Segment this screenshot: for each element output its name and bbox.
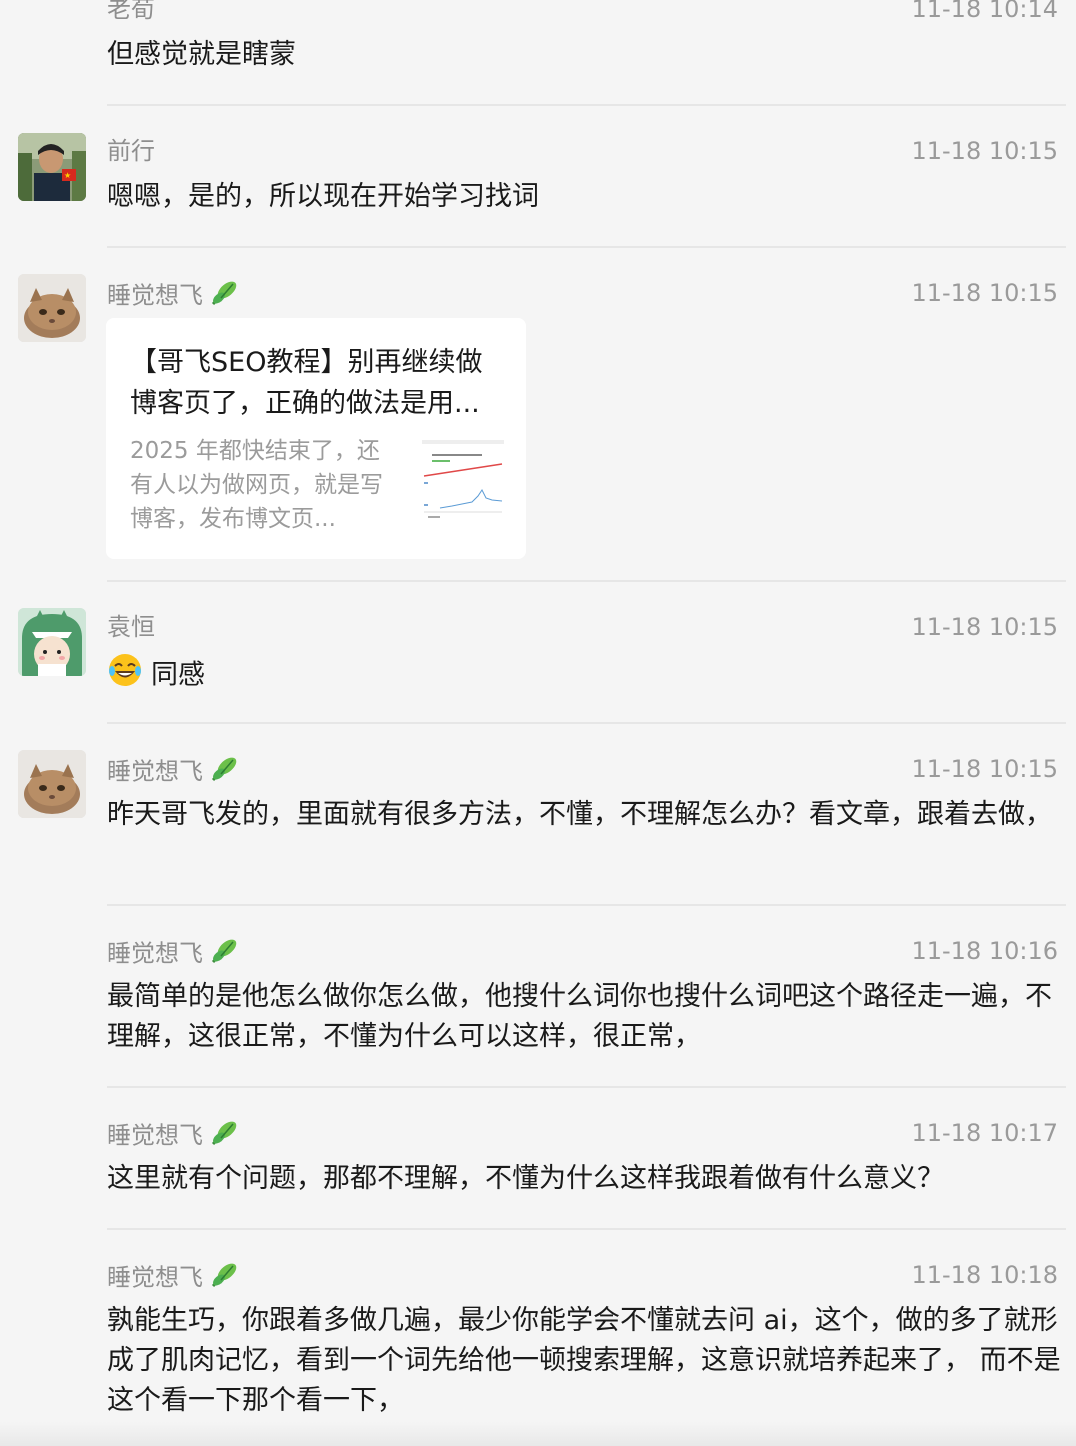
card-thumbnail [422,440,504,526]
sender-name-text: 睡觉想飞 [107,757,203,786]
card-description: 2025 年都快结束了，还有人以为做网页，就是写博客，发布博文页... [130,438,383,532]
message-text[interactable]: 孰能生巧，你跟着多做几遍，最少你能学会不懂就去问 ai，这个，做的多了就形成了肌… [107,1301,1062,1421]
message-time: 11-18 10:15 [911,137,1058,165]
sender-name[interactable]: 睡觉想飞 [107,1260,241,1297]
avatar[interactable] [18,274,86,342]
message-time: 11-18 10:18 [911,1261,1058,1289]
card-title: 【哥飞SEO教程】别再继续做博客页了，正确的做法是用... [130,347,483,419]
message-time: 11-18 10:15 [911,613,1058,641]
chart-thumbnail-icon [422,440,504,526]
message-time: 11-18 10:15 [911,755,1058,783]
avatar[interactable] [18,750,86,818]
sender-name[interactable]: 睡觉想飞 [107,278,241,315]
laughing-tears-emoji-icon [107,652,143,700]
message-divider [107,104,1066,106]
sender-name[interactable]: 睡觉想飞 [107,754,241,791]
leaf-badge-icon [209,278,241,315]
svg-text:★: ★ [64,171,71,180]
sender-name[interactable]: 睡觉想飞 [107,1118,241,1155]
message-text-content: 同感 [151,659,205,691]
message-time: 11-18 10:16 [911,937,1058,965]
sender-name[interactable]: 袁恒 [107,612,155,642]
sender-name-text: 睡觉想飞 [107,1121,203,1150]
message-text[interactable]: 最简单的是他怎么做你怎么做，他搜什么词你也搜什么词吧这个路径走一遍，不理解，这很… [107,977,1062,1057]
message-text[interactable]: 嗯嗯，是的，所以现在开始学习找词 [107,177,1062,217]
message-divider [107,1086,1066,1088]
leaf-badge-icon [209,1260,241,1297]
frog-hat-avatar-icon [18,608,86,676]
avatar[interactable]: ★ [18,133,86,201]
message-text[interactable]: 同感 [107,652,1062,700]
link-card[interactable]: 【哥飞SEO教程】别再继续做博客页了，正确的做法是用... 2025 年都快结束… [106,318,526,559]
message-divider [107,580,1066,582]
message-divider [107,904,1066,906]
message-divider [107,246,1066,248]
sender-name-text: 睡觉想飞 [107,1263,203,1292]
avatar[interactable] [18,608,86,676]
message-time: 11-18 10:14 [911,0,1058,23]
sender-name-text: 睡觉想飞 [107,281,203,310]
sender-name[interactable]: 睡觉想飞 [107,936,241,973]
leaf-badge-icon [209,1118,241,1155]
message-time: 11-18 10:15 [911,279,1058,307]
cat-avatar-icon [18,750,86,818]
sender-name[interactable]: 老荀 [107,0,155,24]
cat-avatar-icon [18,274,86,342]
avatar-photo-icon: ★ [18,133,86,201]
sender-name-text: 睡觉想飞 [107,939,203,968]
message-divider [107,1228,1066,1230]
message-text[interactable]: 但感觉就是瞎蒙 [107,35,1062,75]
bottom-scroll-shadow [0,1422,1076,1446]
leaf-badge-icon [209,936,241,973]
message-text[interactable]: 昨天哥飞发的，里面就有很多方法，不懂，不理解怎么办？看文章，跟着去做， [107,795,1062,835]
sender-name[interactable]: 前行 [107,136,155,166]
message-time: 11-18 10:17 [911,1119,1058,1147]
leaf-badge-icon [209,754,241,791]
message-divider [107,722,1066,724]
message-text[interactable]: 这里就有个问题，那都不理解，不懂为什么这样我跟着做有什么意义？ [107,1159,1062,1199]
